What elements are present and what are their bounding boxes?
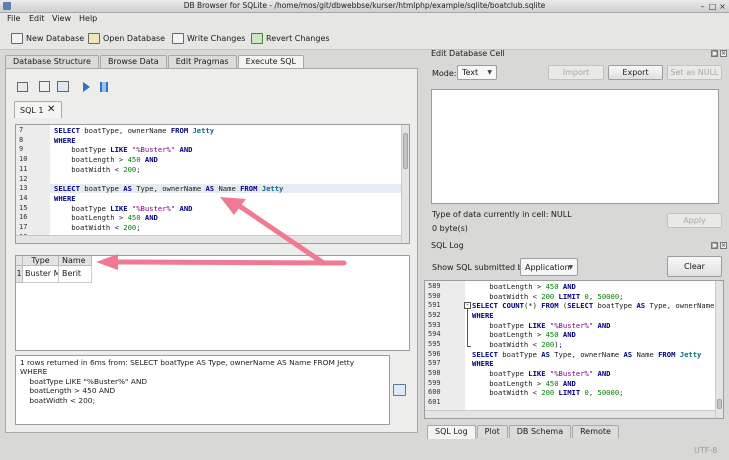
- annotation-overlay: [96, 197, 347, 270]
- annotation-arrow-results: [96, 254, 347, 270]
- annotation-arrow-editor: [220, 197, 325, 265]
